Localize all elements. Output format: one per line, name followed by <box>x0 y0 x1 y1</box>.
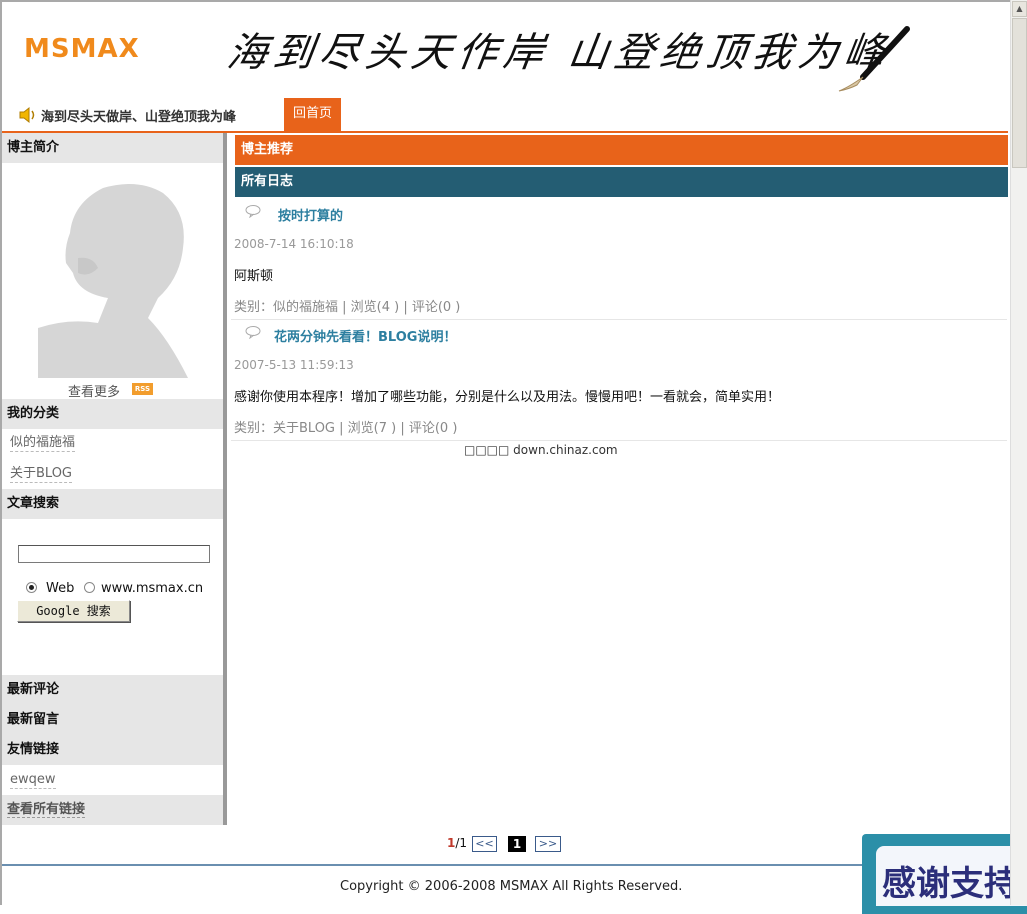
sidebar-heading-categories: 我的分类 <box>2 399 223 429</box>
post-meta[interactable]: 类别：似的福施福 | 浏览(4 ) | 评论(0 ) <box>234 296 460 315</box>
radio-web-label: Web <box>46 581 75 596</box>
banner-calligraphy: 海到尽头天作岸 山登绝顶我为峰 <box>224 30 894 76</box>
site-motto: 海到尽头天做岸、山登绝顶我为峰 <box>18 104 236 126</box>
all-posts-header: 所有日志 <box>235 167 1008 197</box>
page-counter: 1/1 <box>447 836 467 850</box>
page-1-button[interactable]: 1 <box>508 836 526 852</box>
post-divider <box>231 440 1007 441</box>
radio-site-label: www.msmax.cn <box>101 581 204 596</box>
post-title-link[interactable]: 花两分钟先看看！BLOG说明！ <box>274 326 456 345</box>
next-page-button[interactable]: >> <box>535 836 561 852</box>
post-meta[interactable]: 类别：关于BLOG | 浏览(7 ) | 评论(0 ) <box>234 417 457 436</box>
brush-icon <box>838 26 910 92</box>
copyright-text: Copyright © 2006-2008 MSMAX All Rights R… <box>340 879 683 894</box>
thanks-badge-text: 感谢支持 <box>882 864 1018 904</box>
thanks-floating-badge[interactable]: 感谢支持 <box>862 834 1027 914</box>
vertical-scrollbar[interactable]: ▲ <box>1010 0 1027 905</box>
site-logo[interactable]: MSMAX <box>24 34 140 64</box>
post-date: 2007-5-13 11:59:13 <box>234 358 354 372</box>
speech-bubble-icon <box>245 326 261 339</box>
post-date: 2008-7-14 16:10:18 <box>234 237 354 251</box>
view-more-link[interactable]: 查看更多 <box>68 381 120 400</box>
all-links-label[interactable]: 查看所有链接 <box>7 802 86 818</box>
source-note: □□□□ down.chinaz.com <box>464 443 618 457</box>
radio-web[interactable] <box>26 582 37 593</box>
post-body: 感谢你使用本程序！增加了哪些功能，分别是什么以及用法。慢慢用吧！一看就会，简单实… <box>234 390 781 405</box>
blogger-avatar <box>38 184 188 378</box>
total-pages: /1 <box>455 836 468 850</box>
sidebar-heading-latest-comments[interactable]: 最新评论 <box>2 675 223 705</box>
speaker-icon <box>19 106 35 124</box>
category-link[interactable]: 关于BLOG <box>10 466 73 483</box>
recommend-header: 博主推荐 <box>235 135 1008 165</box>
window-top-border <box>0 0 1010 2</box>
category-link[interactable]: 似的福施福 <box>10 435 76 452</box>
search-input[interactable] <box>18 545 210 563</box>
post-body: 阿斯顿 <box>234 269 274 284</box>
sidebar-heading-links: 友情链接 <box>2 735 223 765</box>
footer-divider <box>2 864 1008 866</box>
sidebar: 博主简介 查看更多 RSS 我的分类 似的福施福 关于BLOG 文章搜索 Web… <box>2 133 223 825</box>
scroll-thumb[interactable] <box>1012 18 1027 168</box>
prev-page-button[interactable]: << <box>472 836 497 852</box>
sidebar-divider <box>223 133 227 825</box>
rss-icon[interactable]: RSS <box>132 383 153 395</box>
sidebar-all-links[interactable]: 查看所有链接 <box>2 795 223 825</box>
scroll-up-arrow-icon[interactable]: ▲ <box>1012 1 1027 17</box>
radio-site[interactable] <box>84 582 95 593</box>
sidebar-heading-search: 文章搜索 <box>2 489 223 519</box>
post-title-link[interactable]: 按时打算的 <box>278 205 343 224</box>
sidebar-heading-latest-messages[interactable]: 最新留言 <box>2 705 223 735</box>
speech-bubble-icon <box>245 205 261 218</box>
google-search-button[interactable]: Google 搜索 <box>17 600 130 622</box>
post-divider <box>231 319 1007 320</box>
friend-link[interactable]: ewqew <box>10 772 56 789</box>
home-tab[interactable]: 回首页 <box>284 98 341 132</box>
motto-text: 海到尽头天做岸、山登绝顶我为峰 <box>41 109 237 125</box>
sidebar-heading-about: 博主简介 <box>2 133 223 163</box>
